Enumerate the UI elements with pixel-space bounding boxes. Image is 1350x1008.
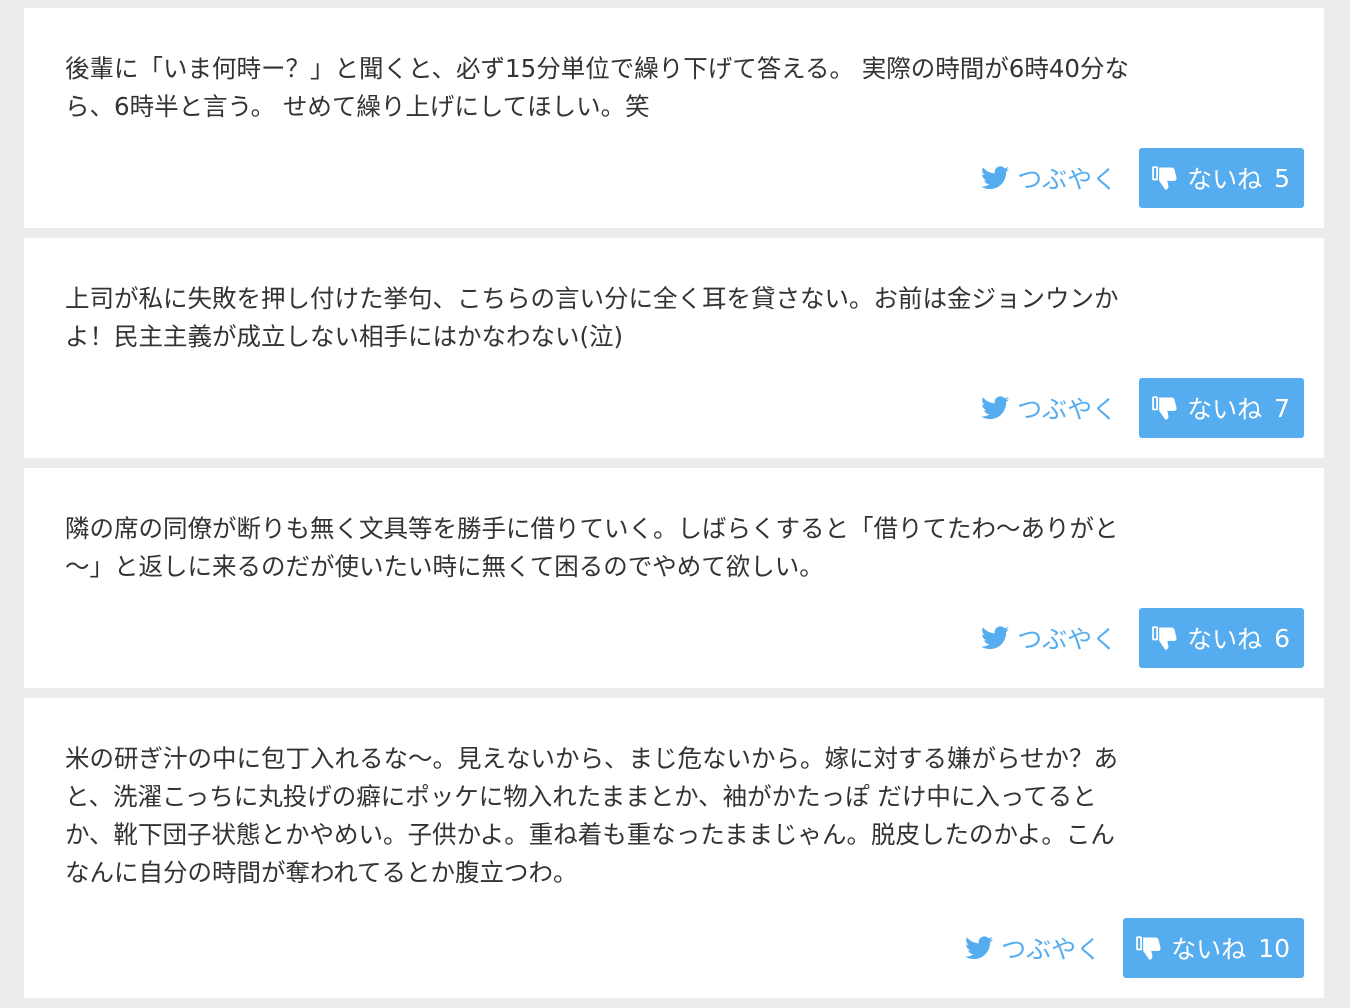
- dislike-button[interactable]: ないね 6: [1139, 608, 1304, 668]
- dislike-label: ないね: [1187, 625, 1263, 654]
- twitter-bird-icon: [981, 166, 1010, 190]
- tweet-label: つぶやく: [1017, 625, 1118, 654]
- thumbs-down-icon: [1151, 394, 1179, 422]
- tweet-label: つぶやく: [1017, 395, 1118, 424]
- dislike-button[interactable]: ないね 5: [1139, 148, 1304, 208]
- dislike-label: ないね: [1171, 935, 1247, 964]
- post-text: 隣の席の同僚が断りも無く文具等を勝手に借りていく。しばらくすると「借りてたわ〜あ…: [65, 514, 1119, 581]
- post-card: 上司が私に失敗を押し付けた挙句、こちらの言い分に全く耳を貸さない。お前は金ジョン…: [24, 238, 1324, 458]
- post-actions: つぶやく ないね 6: [981, 608, 1304, 668]
- thumbs-down-icon: [1151, 164, 1179, 192]
- dislike-count: 7: [1274, 393, 1290, 423]
- post-card: 後輩に「いま何時ー？」と聞くと、必ず15分単位で繰り下げて答える。 実際の時間が…: [24, 8, 1324, 228]
- tweet-label: つぶやく: [1001, 935, 1102, 964]
- post-feed: 後輩に「いま何時ー？」と聞くと、必ず15分単位で繰り下げて答える。 実際の時間が…: [0, 0, 1350, 1008]
- twitter-bird-icon: [981, 396, 1010, 420]
- thumbs-down-icon: [1135, 934, 1163, 962]
- post-text: 米の研ぎ汁の中に包丁入れるな〜。見えないから、まじ危ないから。嫁に対する嫌がらせ…: [65, 744, 1119, 887]
- dislike-label: ないね: [1187, 165, 1263, 194]
- tweet-button[interactable]: つぶやく: [965, 930, 1101, 966]
- dislike-count: 10: [1258, 933, 1290, 963]
- post-text: 後輩に「いま何時ー？」と聞くと、必ず15分単位で繰り下げて答える。 実際の時間が…: [65, 54, 1130, 121]
- dislike-count: 6: [1274, 623, 1290, 653]
- post-actions: つぶやく ないね 5: [981, 148, 1304, 208]
- tweet-button[interactable]: つぶやく: [981, 160, 1117, 196]
- twitter-bird-icon: [981, 626, 1010, 650]
- tweet-label: つぶやく: [1017, 165, 1118, 194]
- thumbs-down-icon: [1151, 624, 1179, 652]
- post-actions: つぶやく ないね 7: [981, 378, 1304, 438]
- post-text: 上司が私に失敗を押し付けた挙句、こちらの言い分に全く耳を貸さない。お前は金ジョン…: [65, 284, 1119, 351]
- tweet-button[interactable]: つぶやく: [981, 390, 1117, 426]
- post-card: 米の研ぎ汁の中に包丁入れるな〜。見えないから、まじ危ないから。嫁に対する嫌がらせ…: [24, 698, 1324, 998]
- tweet-button[interactable]: つぶやく: [981, 620, 1117, 656]
- twitter-bird-icon: [965, 936, 994, 960]
- dislike-button[interactable]: ないね 7: [1139, 378, 1304, 438]
- post-card: 隣の席の同僚が断りも無く文具等を勝手に借りていく。しばらくすると「借りてたわ〜あ…: [24, 468, 1324, 688]
- dislike-button[interactable]: ないね 10: [1123, 918, 1304, 978]
- dislike-label: ないね: [1187, 395, 1263, 424]
- dislike-count: 5: [1274, 163, 1290, 193]
- post-actions: つぶやく ないね 10: [965, 918, 1304, 978]
